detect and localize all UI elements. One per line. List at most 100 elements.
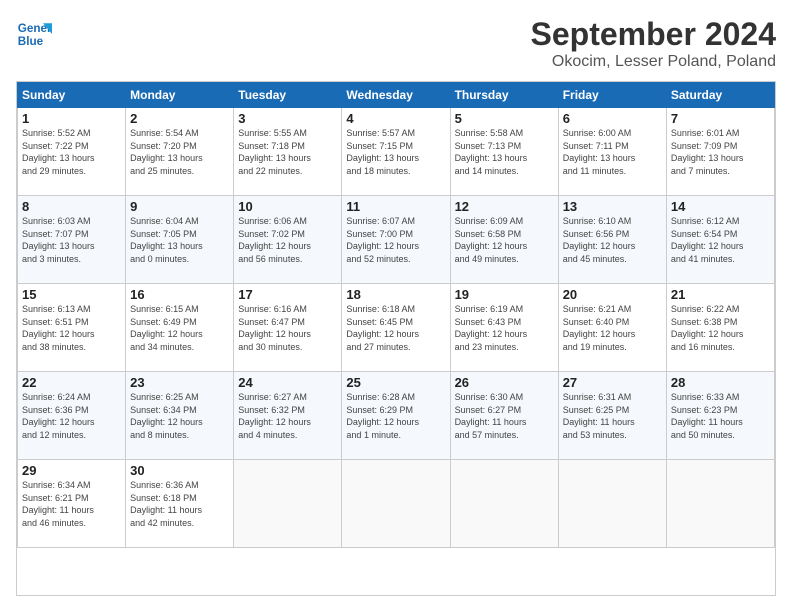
calendar-cell: 1Sunrise: 5:52 AM Sunset: 7:22 PM Daylig…: [18, 108, 126, 196]
day-number: 18: [346, 287, 445, 302]
weekday-header-thursday: Thursday: [450, 83, 558, 108]
day-number: 1: [22, 111, 121, 126]
day-number: 14: [671, 199, 770, 214]
day-info: Sunrise: 6:09 AM Sunset: 6:58 PM Dayligh…: [455, 215, 554, 265]
calendar-cell: 3Sunrise: 5:55 AM Sunset: 7:18 PM Daylig…: [234, 108, 342, 196]
page-subtitle: Okocim, Lesser Poland, Poland: [531, 53, 776, 71]
calendar-cell: 18Sunrise: 6:18 AM Sunset: 6:45 PM Dayli…: [342, 284, 450, 372]
calendar-cell: 22Sunrise: 6:24 AM Sunset: 6:36 PM Dayli…: [18, 372, 126, 460]
day-info: Sunrise: 6:19 AM Sunset: 6:43 PM Dayligh…: [455, 303, 554, 353]
calendar-cell: 17Sunrise: 6:16 AM Sunset: 6:47 PM Dayli…: [234, 284, 342, 372]
title-block: September 2024 Okocim, Lesser Poland, Po…: [531, 16, 776, 71]
day-info: Sunrise: 6:07 AM Sunset: 7:00 PM Dayligh…: [346, 215, 445, 265]
day-info: Sunrise: 6:24 AM Sunset: 6:36 PM Dayligh…: [22, 391, 121, 441]
calendar-cell: 15Sunrise: 6:13 AM Sunset: 6:51 PM Dayli…: [18, 284, 126, 372]
calendar-cell: [450, 460, 558, 548]
day-info: Sunrise: 6:13 AM Sunset: 6:51 PM Dayligh…: [22, 303, 121, 353]
calendar-cell: 6Sunrise: 6:00 AM Sunset: 7:11 PM Daylig…: [558, 108, 666, 196]
weekday-header-friday: Friday: [558, 83, 666, 108]
calendar-cell: 24Sunrise: 6:27 AM Sunset: 6:32 PM Dayli…: [234, 372, 342, 460]
day-number: 3: [238, 111, 337, 126]
day-number: 25: [346, 375, 445, 390]
calendar-cell: 9Sunrise: 6:04 AM Sunset: 7:05 PM Daylig…: [126, 196, 234, 284]
day-number: 7: [671, 111, 770, 126]
calendar-cell: 2Sunrise: 5:54 AM Sunset: 7:20 PM Daylig…: [126, 108, 234, 196]
calendar-cell: 20Sunrise: 6:21 AM Sunset: 6:40 PM Dayli…: [558, 284, 666, 372]
day-number: 11: [346, 199, 445, 214]
calendar-cell: 23Sunrise: 6:25 AM Sunset: 6:34 PM Dayli…: [126, 372, 234, 460]
day-number: 24: [238, 375, 337, 390]
calendar-cell: 26Sunrise: 6:30 AM Sunset: 6:27 PM Dayli…: [450, 372, 558, 460]
day-info: Sunrise: 6:31 AM Sunset: 6:25 PM Dayligh…: [563, 391, 662, 441]
day-info: Sunrise: 5:55 AM Sunset: 7:18 PM Dayligh…: [238, 127, 337, 177]
day-info: Sunrise: 6:10 AM Sunset: 6:56 PM Dayligh…: [563, 215, 662, 265]
calendar-cell: [558, 460, 666, 548]
day-info: Sunrise: 6:28 AM Sunset: 6:29 PM Dayligh…: [346, 391, 445, 441]
day-info: Sunrise: 6:06 AM Sunset: 7:02 PM Dayligh…: [238, 215, 337, 265]
calendar-cell: 29Sunrise: 6:34 AM Sunset: 6:21 PM Dayli…: [18, 460, 126, 548]
day-number: 12: [455, 199, 554, 214]
day-number: 28: [671, 375, 770, 390]
weekday-header-tuesday: Tuesday: [234, 83, 342, 108]
weekday-header-saturday: Saturday: [666, 83, 774, 108]
calendar-cell: 25Sunrise: 6:28 AM Sunset: 6:29 PM Dayli…: [342, 372, 450, 460]
day-info: Sunrise: 5:58 AM Sunset: 7:13 PM Dayligh…: [455, 127, 554, 177]
calendar-cell: 28Sunrise: 6:33 AM Sunset: 6:23 PM Dayli…: [666, 372, 774, 460]
day-info: Sunrise: 6:01 AM Sunset: 7:09 PM Dayligh…: [671, 127, 770, 177]
day-number: 29: [22, 463, 121, 478]
day-number: 21: [671, 287, 770, 302]
calendar-cell: 7Sunrise: 6:01 AM Sunset: 7:09 PM Daylig…: [666, 108, 774, 196]
day-info: Sunrise: 5:57 AM Sunset: 7:15 PM Dayligh…: [346, 127, 445, 177]
weekday-header-monday: Monday: [126, 83, 234, 108]
logo: General Blue: [16, 16, 52, 52]
calendar-cell: [666, 460, 774, 548]
day-number: 22: [22, 375, 121, 390]
calendar: SundayMondayTuesdayWednesdayThursdayFrid…: [16, 81, 776, 596]
day-info: Sunrise: 6:15 AM Sunset: 6:49 PM Dayligh…: [130, 303, 229, 353]
calendar-cell: 11Sunrise: 6:07 AM Sunset: 7:00 PM Dayli…: [342, 196, 450, 284]
day-number: 10: [238, 199, 337, 214]
page-title: September 2024: [531, 16, 776, 53]
calendar-cell: 21Sunrise: 6:22 AM Sunset: 6:38 PM Dayli…: [666, 284, 774, 372]
page: General Blue September 2024 Okocim, Less…: [0, 0, 792, 612]
calendar-cell: [234, 460, 342, 548]
calendar-cell: 14Sunrise: 6:12 AM Sunset: 6:54 PM Dayli…: [666, 196, 774, 284]
calendar-cell: 19Sunrise: 6:19 AM Sunset: 6:43 PM Dayli…: [450, 284, 558, 372]
day-info: Sunrise: 6:36 AM Sunset: 6:18 PM Dayligh…: [130, 479, 229, 529]
day-number: 4: [346, 111, 445, 126]
calendar-cell: 10Sunrise: 6:06 AM Sunset: 7:02 PM Dayli…: [234, 196, 342, 284]
svg-text:Blue: Blue: [18, 35, 44, 48]
day-info: Sunrise: 6:18 AM Sunset: 6:45 PM Dayligh…: [346, 303, 445, 353]
day-info: Sunrise: 6:25 AM Sunset: 6:34 PM Dayligh…: [130, 391, 229, 441]
day-number: 5: [455, 111, 554, 126]
day-info: Sunrise: 6:16 AM Sunset: 6:47 PM Dayligh…: [238, 303, 337, 353]
day-number: 26: [455, 375, 554, 390]
calendar-cell: 12Sunrise: 6:09 AM Sunset: 6:58 PM Dayli…: [450, 196, 558, 284]
day-number: 17: [238, 287, 337, 302]
day-number: 9: [130, 199, 229, 214]
day-number: 23: [130, 375, 229, 390]
day-number: 8: [22, 199, 121, 214]
header: General Blue September 2024 Okocim, Less…: [16, 16, 776, 71]
calendar-cell: 13Sunrise: 6:10 AM Sunset: 6:56 PM Dayli…: [558, 196, 666, 284]
day-number: 15: [22, 287, 121, 302]
day-number: 16: [130, 287, 229, 302]
day-info: Sunrise: 6:27 AM Sunset: 6:32 PM Dayligh…: [238, 391, 337, 441]
day-info: Sunrise: 6:00 AM Sunset: 7:11 PM Dayligh…: [563, 127, 662, 177]
day-number: 2: [130, 111, 229, 126]
day-info: Sunrise: 6:12 AM Sunset: 6:54 PM Dayligh…: [671, 215, 770, 265]
day-info: Sunrise: 6:34 AM Sunset: 6:21 PM Dayligh…: [22, 479, 121, 529]
day-info: Sunrise: 6:30 AM Sunset: 6:27 PM Dayligh…: [455, 391, 554, 441]
logo-icon: General Blue: [16, 16, 52, 52]
calendar-cell: [342, 460, 450, 548]
weekday-header-sunday: Sunday: [18, 83, 126, 108]
day-info: Sunrise: 6:03 AM Sunset: 7:07 PM Dayligh…: [22, 215, 121, 265]
day-number: 20: [563, 287, 662, 302]
day-info: Sunrise: 6:04 AM Sunset: 7:05 PM Dayligh…: [130, 215, 229, 265]
day-number: 13: [563, 199, 662, 214]
weekday-header-row: SundayMondayTuesdayWednesdayThursdayFrid…: [18, 83, 775, 108]
calendar-cell: 27Sunrise: 6:31 AM Sunset: 6:25 PM Dayli…: [558, 372, 666, 460]
day-info: Sunrise: 6:33 AM Sunset: 6:23 PM Dayligh…: [671, 391, 770, 441]
day-info: Sunrise: 5:52 AM Sunset: 7:22 PM Dayligh…: [22, 127, 121, 177]
day-number: 19: [455, 287, 554, 302]
